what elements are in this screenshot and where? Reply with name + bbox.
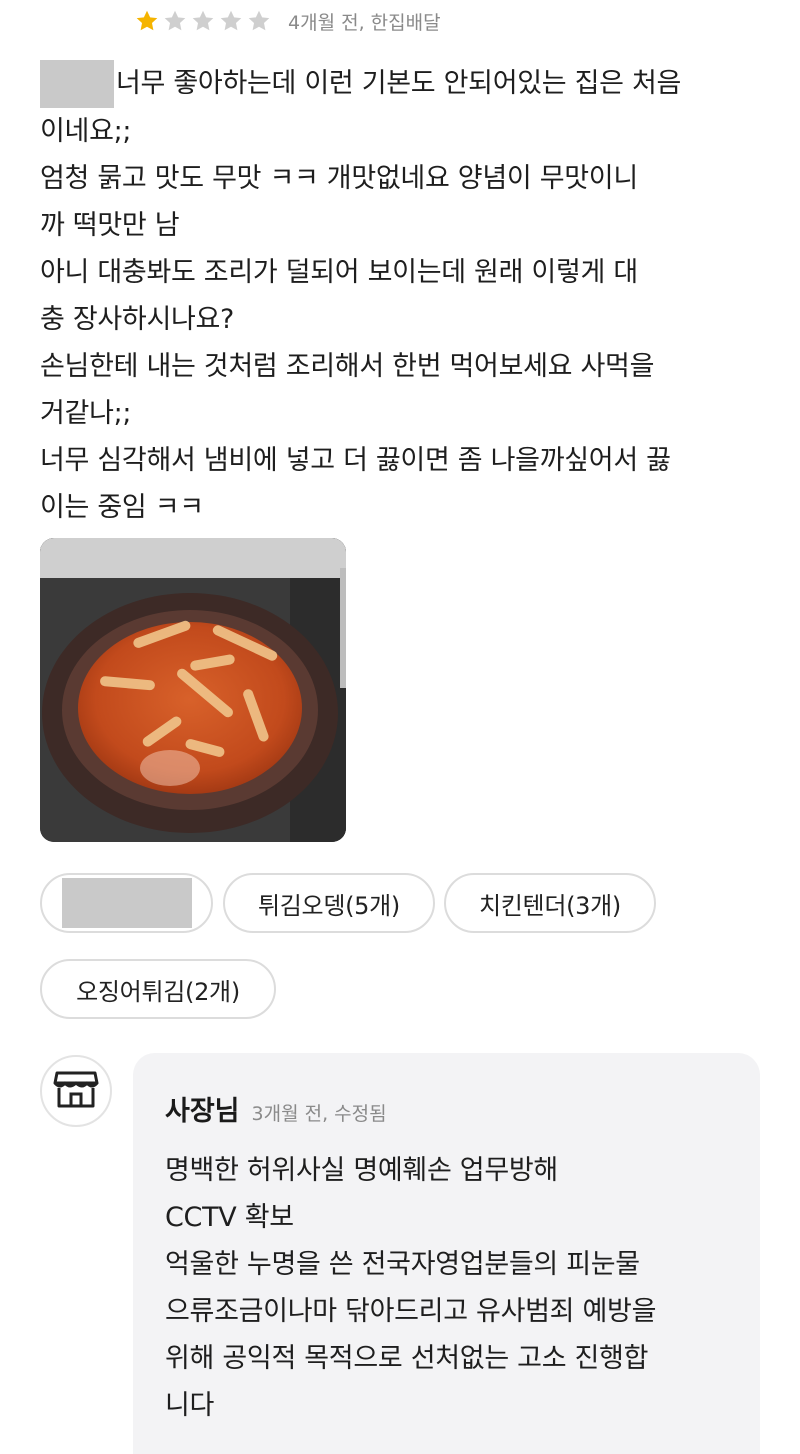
owner-reply: 사장님 3개월 전, 수정됨 명백한 허위사실 명예훼손 업무방해 CCTV 확… xyxy=(133,1053,760,1454)
review-line: 엄청 묽고 맛도 무맛 ㅋㅋ 개맛없네요 양념이 무맛이니 xyxy=(40,163,638,194)
store-icon xyxy=(53,1069,99,1113)
menu-chip[interactable]: 치킨텐더(3개) xyxy=(444,873,656,933)
review-line: 이는 중임 ㅋㅋ xyxy=(40,492,204,523)
reply-line: 으류조금이나마 닦아드리고 유사범죄 예방을 xyxy=(165,1296,657,1327)
reply-line: 명백한 허위사실 명예훼손 업무방해 xyxy=(165,1155,558,1186)
star-icon xyxy=(164,10,186,31)
review-body: 너무 좋아하는데 이런 기본도 안되어있는 집은 처음 이네요;; 엄청 묽고 … xyxy=(40,60,770,531)
review-line: 거같나;; xyxy=(40,398,132,429)
menu-chip[interactable]: 오징어튀김(2개) xyxy=(40,959,276,1019)
review-photo[interactable] xyxy=(40,538,346,842)
reply-line: 니다 xyxy=(165,1390,215,1421)
review-line: 이네요;; xyxy=(40,116,132,147)
redacted-text xyxy=(61,878,192,928)
star-rating xyxy=(134,8,272,34)
review-line: 손님한테 내는 것처럼 조리해서 한번 먹어보세요 사먹을 xyxy=(40,351,655,382)
review-meta: 4개월 전, 한집배달 xyxy=(288,11,441,34)
review-line: 너무 좋아하는데 이런 기본도 안되어있는 집은 처음 xyxy=(40,60,770,108)
star-icon xyxy=(192,10,214,31)
star-icon xyxy=(248,10,270,31)
review-line: 너무 심각해서 냄비에 넣고 더 끓이면 좀 나을까싶어서 끓 xyxy=(40,445,671,476)
review-rating-row: 4개월 전, 한집배달 xyxy=(134,6,441,36)
owner-avatar xyxy=(40,1055,112,1127)
reply-line: CCTV 확보 xyxy=(165,1202,294,1233)
reply-line: 억울한 누명을 쓴 전국자영업분들의 피눈물 xyxy=(165,1249,640,1280)
owner-name: 사장님 xyxy=(165,1096,240,1127)
reply-line: 위해 공익적 목적으로 선처없는 고소 진행합 xyxy=(165,1343,649,1374)
redacted-text xyxy=(40,60,114,108)
tteokbokki-photo xyxy=(40,538,346,842)
owner-reply-body: 명백한 허위사실 명예훼손 업무방해 CCTV 확보 억울한 누명을 쓴 전국자… xyxy=(165,1147,745,1429)
owner-reply-header: 사장님 3개월 전, 수정됨 xyxy=(165,1089,387,1128)
star-icon xyxy=(220,10,242,31)
star-icon xyxy=(136,10,158,31)
menu-chip-redacted[interactable] xyxy=(40,873,213,933)
menu-chip[interactable]: 튀김오뎅(5개) xyxy=(223,873,435,933)
review-line: 까 떡맛만 남 xyxy=(40,210,180,241)
review-line: 충 장사하시나요? xyxy=(40,304,235,335)
owner-reply-meta: 3개월 전, 수정됨 xyxy=(251,1103,387,1125)
review-line: 아니 대충봐도 조리가 덜되어 보이는데 원래 이렇게 대 xyxy=(40,257,638,288)
